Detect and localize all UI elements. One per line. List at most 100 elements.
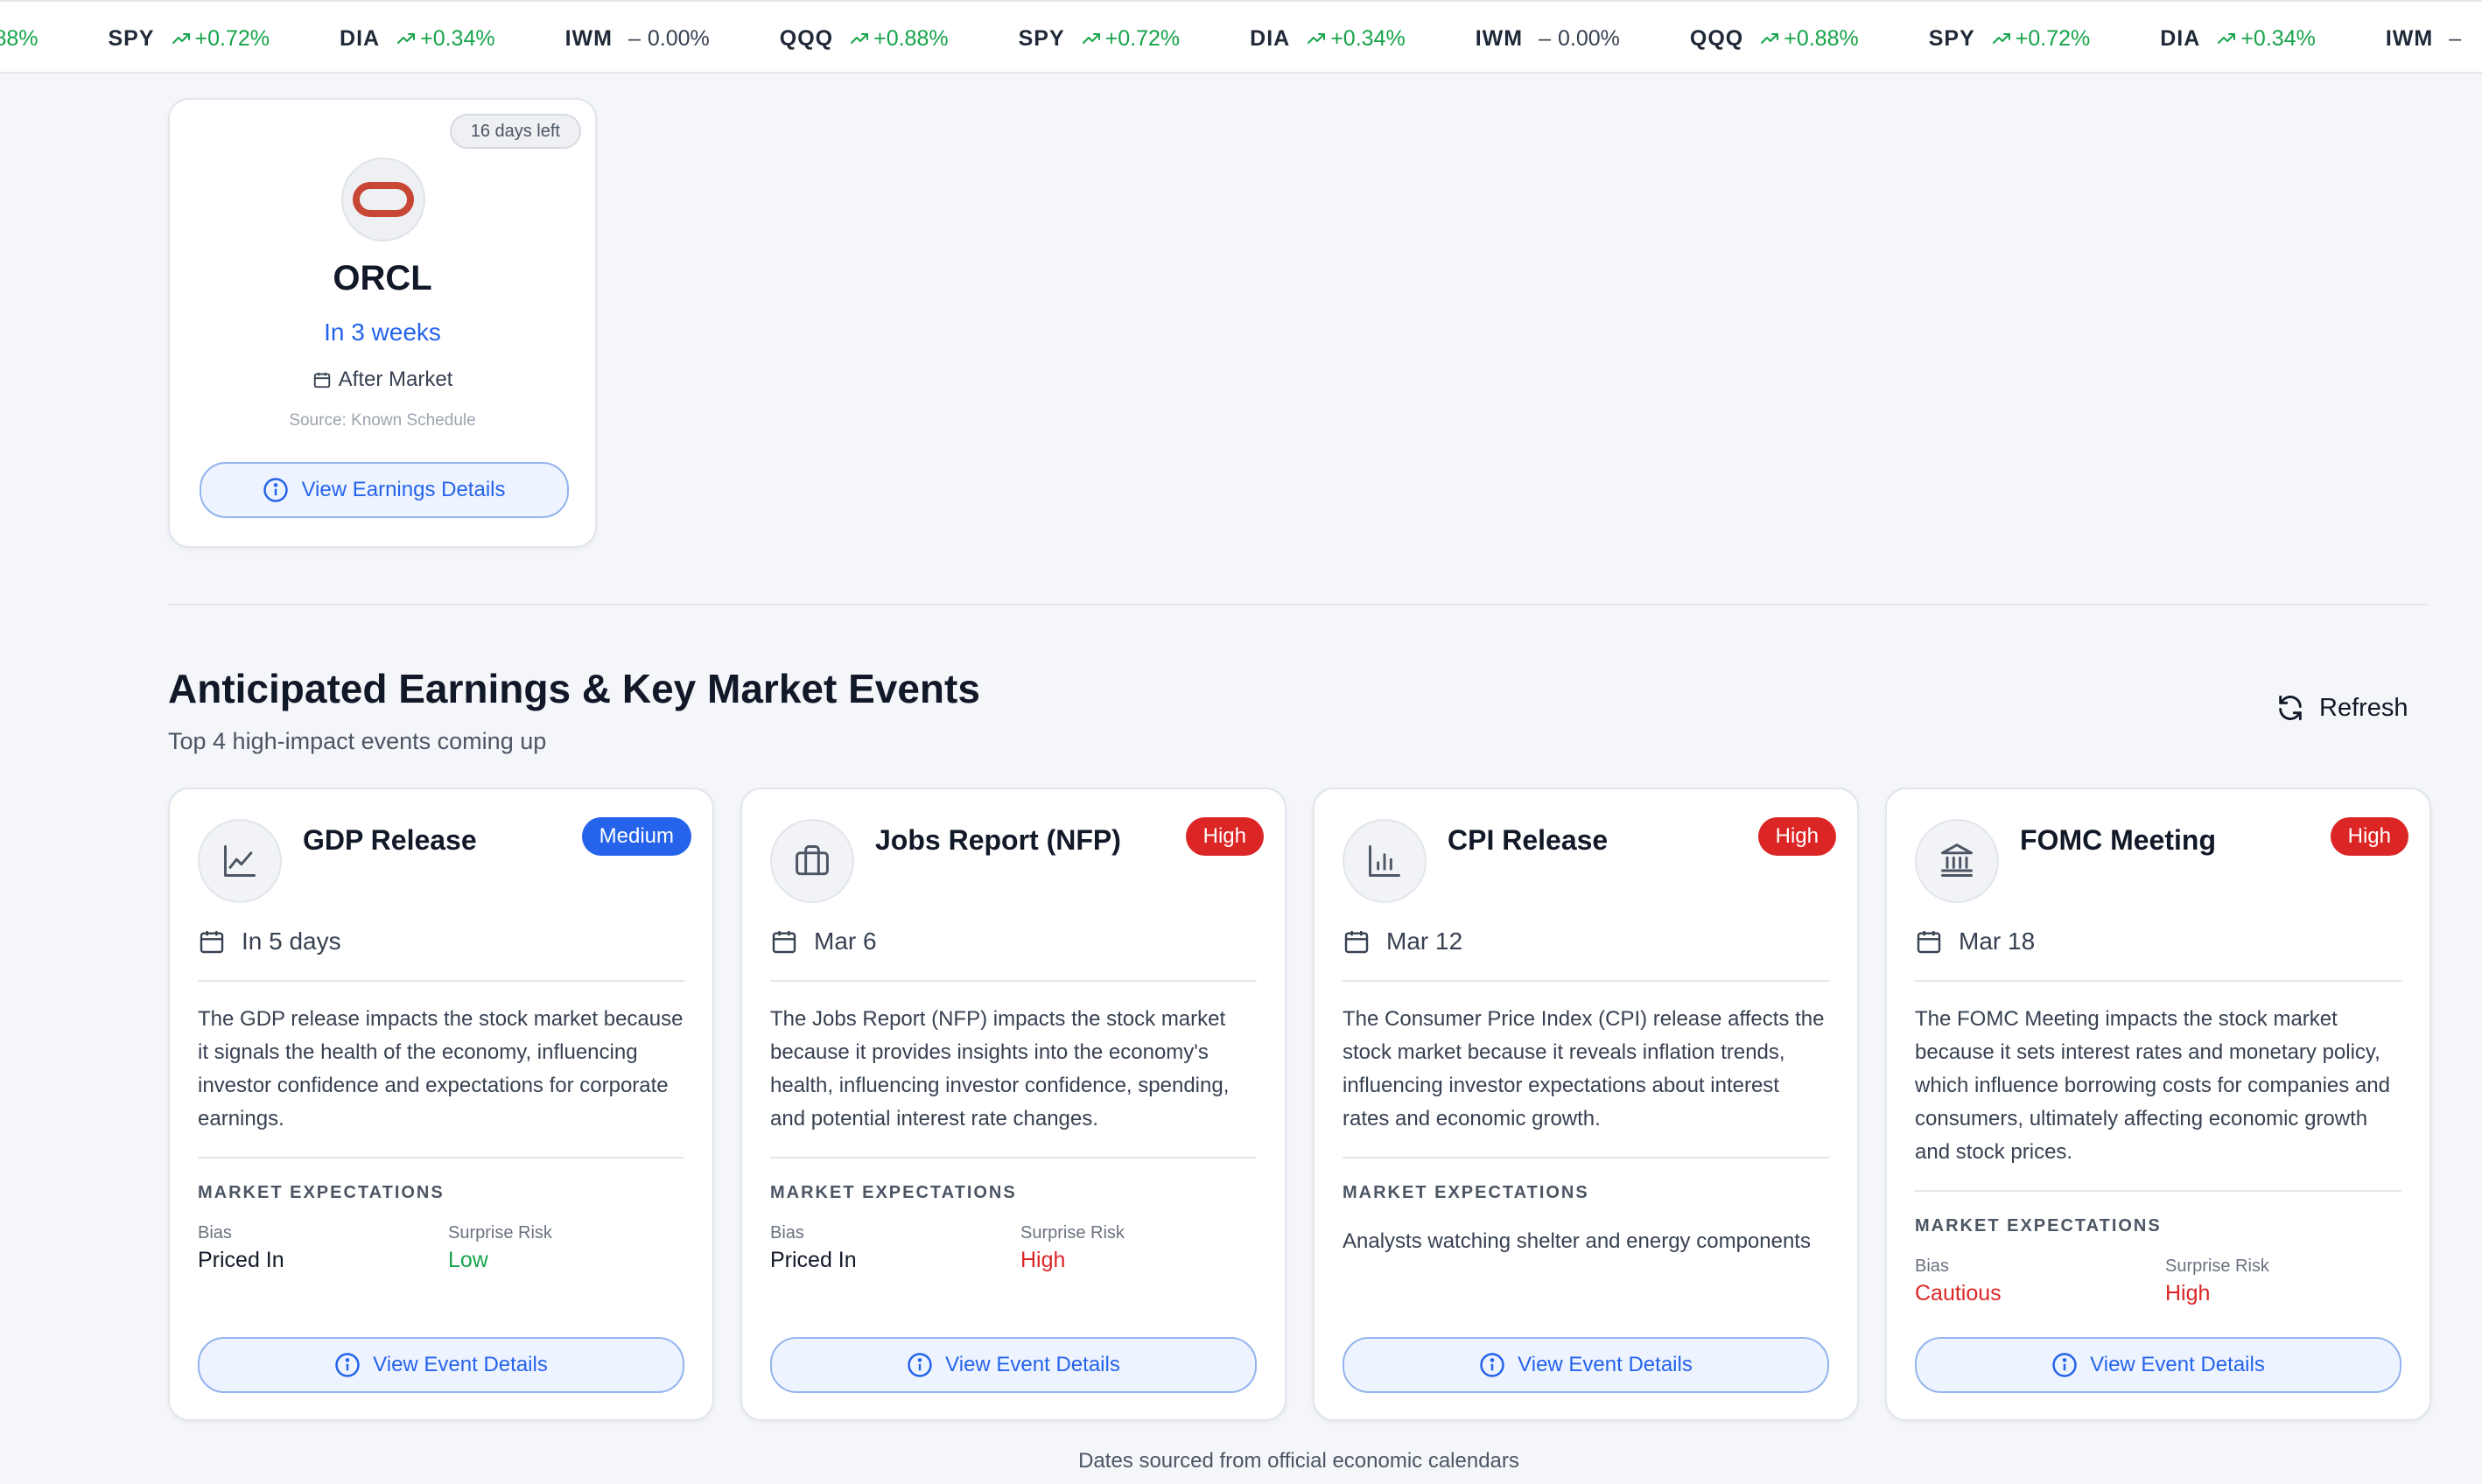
ticker-item: QQQ +0.88% — [1690, 26, 1859, 52]
card-divider — [1915, 980, 2401, 982]
impact-badge: High — [1757, 817, 1836, 856]
trending-up-icon — [1761, 33, 1779, 44]
ticker-symbol: SPY — [1928, 25, 1975, 51]
ticker-symbol: SPY — [108, 25, 155, 51]
event-date: Mar 12 — [1343, 928, 1462, 956]
bank-icon — [1941, 844, 1973, 877]
calendar-icon — [1344, 931, 1369, 954]
ticker-track: +0.88% SPY +0.72% DIA +0.34% IWM –0.00% QQQ +0.8… — [0, 2, 2482, 72]
bias-value: Priced In — [198, 1248, 284, 1272]
view-event-details-label: View Event Details — [2090, 1353, 2265, 1376]
earnings-timing: After Market — [170, 368, 595, 392]
view-earnings-details-button[interactable]: View Earnings Details — [200, 462, 569, 518]
surprise-risk-label: Surprise Risk — [2165, 1256, 2269, 1276]
market-ticker: +0.88% SPY +0.72% DIA +0.34% IWM –0.00% QQQ +0.8… — [0, 0, 2482, 74]
event-description: The GDP release impacts the stock market… — [198, 1007, 684, 1130]
impact-badge: Medium — [581, 817, 691, 856]
calendar-icon — [772, 931, 796, 954]
footer-note: Dates sourced from official economic cal… — [1078, 1449, 1519, 1473]
trending-up-icon — [1308, 33, 1326, 44]
ticker-symbol: SPY — [1018, 25, 1065, 51]
bias-label: Bias — [198, 1223, 232, 1242]
trending-up-icon — [1992, 33, 2010, 44]
briefcase-icon — [796, 845, 829, 876]
ticker-change: +0.72% — [1991, 25, 2091, 52]
event-date: In 5 days — [198, 928, 341, 956]
ticker-symbol: IWM — [564, 25, 613, 51]
event-description: The Consumer Price Index (CPI) release a… — [1343, 1007, 1825, 1130]
company-logo — [341, 158, 425, 242]
ticker-change: +0.34% — [1306, 26, 1406, 52]
info-icon — [1480, 1353, 1504, 1377]
earnings-card-orcl: 16 days left ORCL In 3 weeks After Marke… — [168, 98, 597, 548]
ticker-symbol: QQQ — [1689, 25, 1744, 51]
line-chart-icon — [224, 845, 256, 877]
impact-badge: High — [1185, 817, 1264, 856]
ticker-item: DIA +0.34% — [1250, 26, 1406, 52]
event-icon-circle — [198, 819, 282, 903]
view-event-details-button[interactable]: View Event Details — [1343, 1337, 1829, 1393]
ticker-change: +0.72% — [171, 26, 270, 52]
trending-up-icon — [2218, 33, 2236, 44]
ticker-change: – — [2449, 26, 2468, 52]
info-icon — [2052, 1353, 2077, 1377]
ticker-symbol: DIA — [340, 25, 381, 51]
event-date-label: Mar 12 — [1386, 928, 1463, 955]
event-description: The Jobs Report (NFP) impacts the stock … — [770, 1007, 1230, 1130]
event-title: GDP Release — [303, 824, 477, 856]
surprise-risk-label: Surprise Risk — [1020, 1223, 1125, 1242]
surprise-risk-value: High — [2165, 1281, 2211, 1306]
ticker-change: +0.88% — [849, 26, 949, 52]
trending-up-icon — [397, 33, 416, 44]
trending-up-icon — [851, 33, 869, 44]
impact-badge: High — [2330, 817, 2408, 856]
earnings-timing-label: After Market — [338, 368, 453, 391]
bias-value: Priced In — [770, 1248, 857, 1272]
trending-up-icon — [172, 33, 190, 44]
view-event-details-button[interactable]: View Event Details — [198, 1337, 684, 1393]
view-event-details-label: View Event Details — [373, 1353, 548, 1376]
ticker-item: IWM –0.00% — [565, 26, 710, 52]
ticker-item: QQQ +0.88% — [780, 26, 949, 52]
card-divider — [1343, 980, 1829, 982]
ticker-item: DIA +0.34% — [340, 26, 495, 52]
view-event-details-button[interactable]: View Event Details — [1915, 1337, 2401, 1393]
refresh-button[interactable]: Refresh — [2275, 693, 2408, 723]
dash-icon: – — [1539, 25, 1551, 51]
surprise-risk-value: Low — [448, 1248, 488, 1272]
ticker-change-value: +0.72% — [2015, 25, 2091, 51]
ticker-symbol: IWM — [1475, 25, 1524, 51]
ticker-item: SPY +0.72% — [109, 26, 270, 52]
ticker-change: +0.72% — [1081, 26, 1180, 52]
event-title: CPI Release — [1448, 824, 1609, 856]
dash-icon: – — [2449, 25, 2462, 51]
earnings-source: Source: Known Schedule — [289, 411, 476, 430]
ticker-item: DIA +0.34% — [2160, 26, 2316, 52]
ticker-item: IWM – — [2386, 26, 2468, 52]
ticker-change: +0.34% — [2216, 26, 2316, 52]
dash-icon: – — [628, 25, 641, 51]
view-event-details-button[interactable]: View Event Details — [770, 1337, 1257, 1393]
ticker-change-value: +0.34% — [420, 25, 495, 51]
event-icon-circle — [1343, 819, 1427, 903]
ticker-symbol: IWM — [2385, 25, 2434, 51]
event-card-fomc: FOMC Meeting High Mar 18 The FOMC Meetin… — [1885, 788, 2431, 1421]
event-date-label: Mar 18 — [1959, 928, 2036, 955]
ticker-symbol: DIA — [2160, 25, 2201, 51]
earnings-symbol: ORCL — [333, 259, 432, 298]
ticker-change-value: +0.88% — [873, 25, 949, 51]
ticker-change: –0.00% — [628, 26, 710, 52]
event-card-nfp: Jobs Report (NFP) High Mar 6 The Jobs Re… — [740, 788, 1287, 1421]
view-event-details-label: View Event Details — [1518, 1353, 1693, 1376]
ticker-change-value: +0.34% — [1330, 25, 1406, 51]
ticker-change: –0.00% — [1539, 26, 1620, 52]
bias-label: Bias — [770, 1223, 804, 1242]
ticker-change-value: +0.72% — [194, 25, 270, 51]
ticker-change-value: +0.88% — [1784, 25, 1859, 51]
event-card-cpi: CPI Release High Mar 12 The Consumer Pri… — [1313, 788, 1859, 1421]
ticker-change-value: +0.34% — [2240, 25, 2316, 51]
bar-chart-icon — [1369, 845, 1400, 877]
market-expectations-heading: MARKET EXPECTATIONS — [1343, 1183, 1589, 1202]
event-title: Jobs Report (NFP) — [875, 824, 1121, 856]
calendar-icon — [200, 931, 224, 954]
